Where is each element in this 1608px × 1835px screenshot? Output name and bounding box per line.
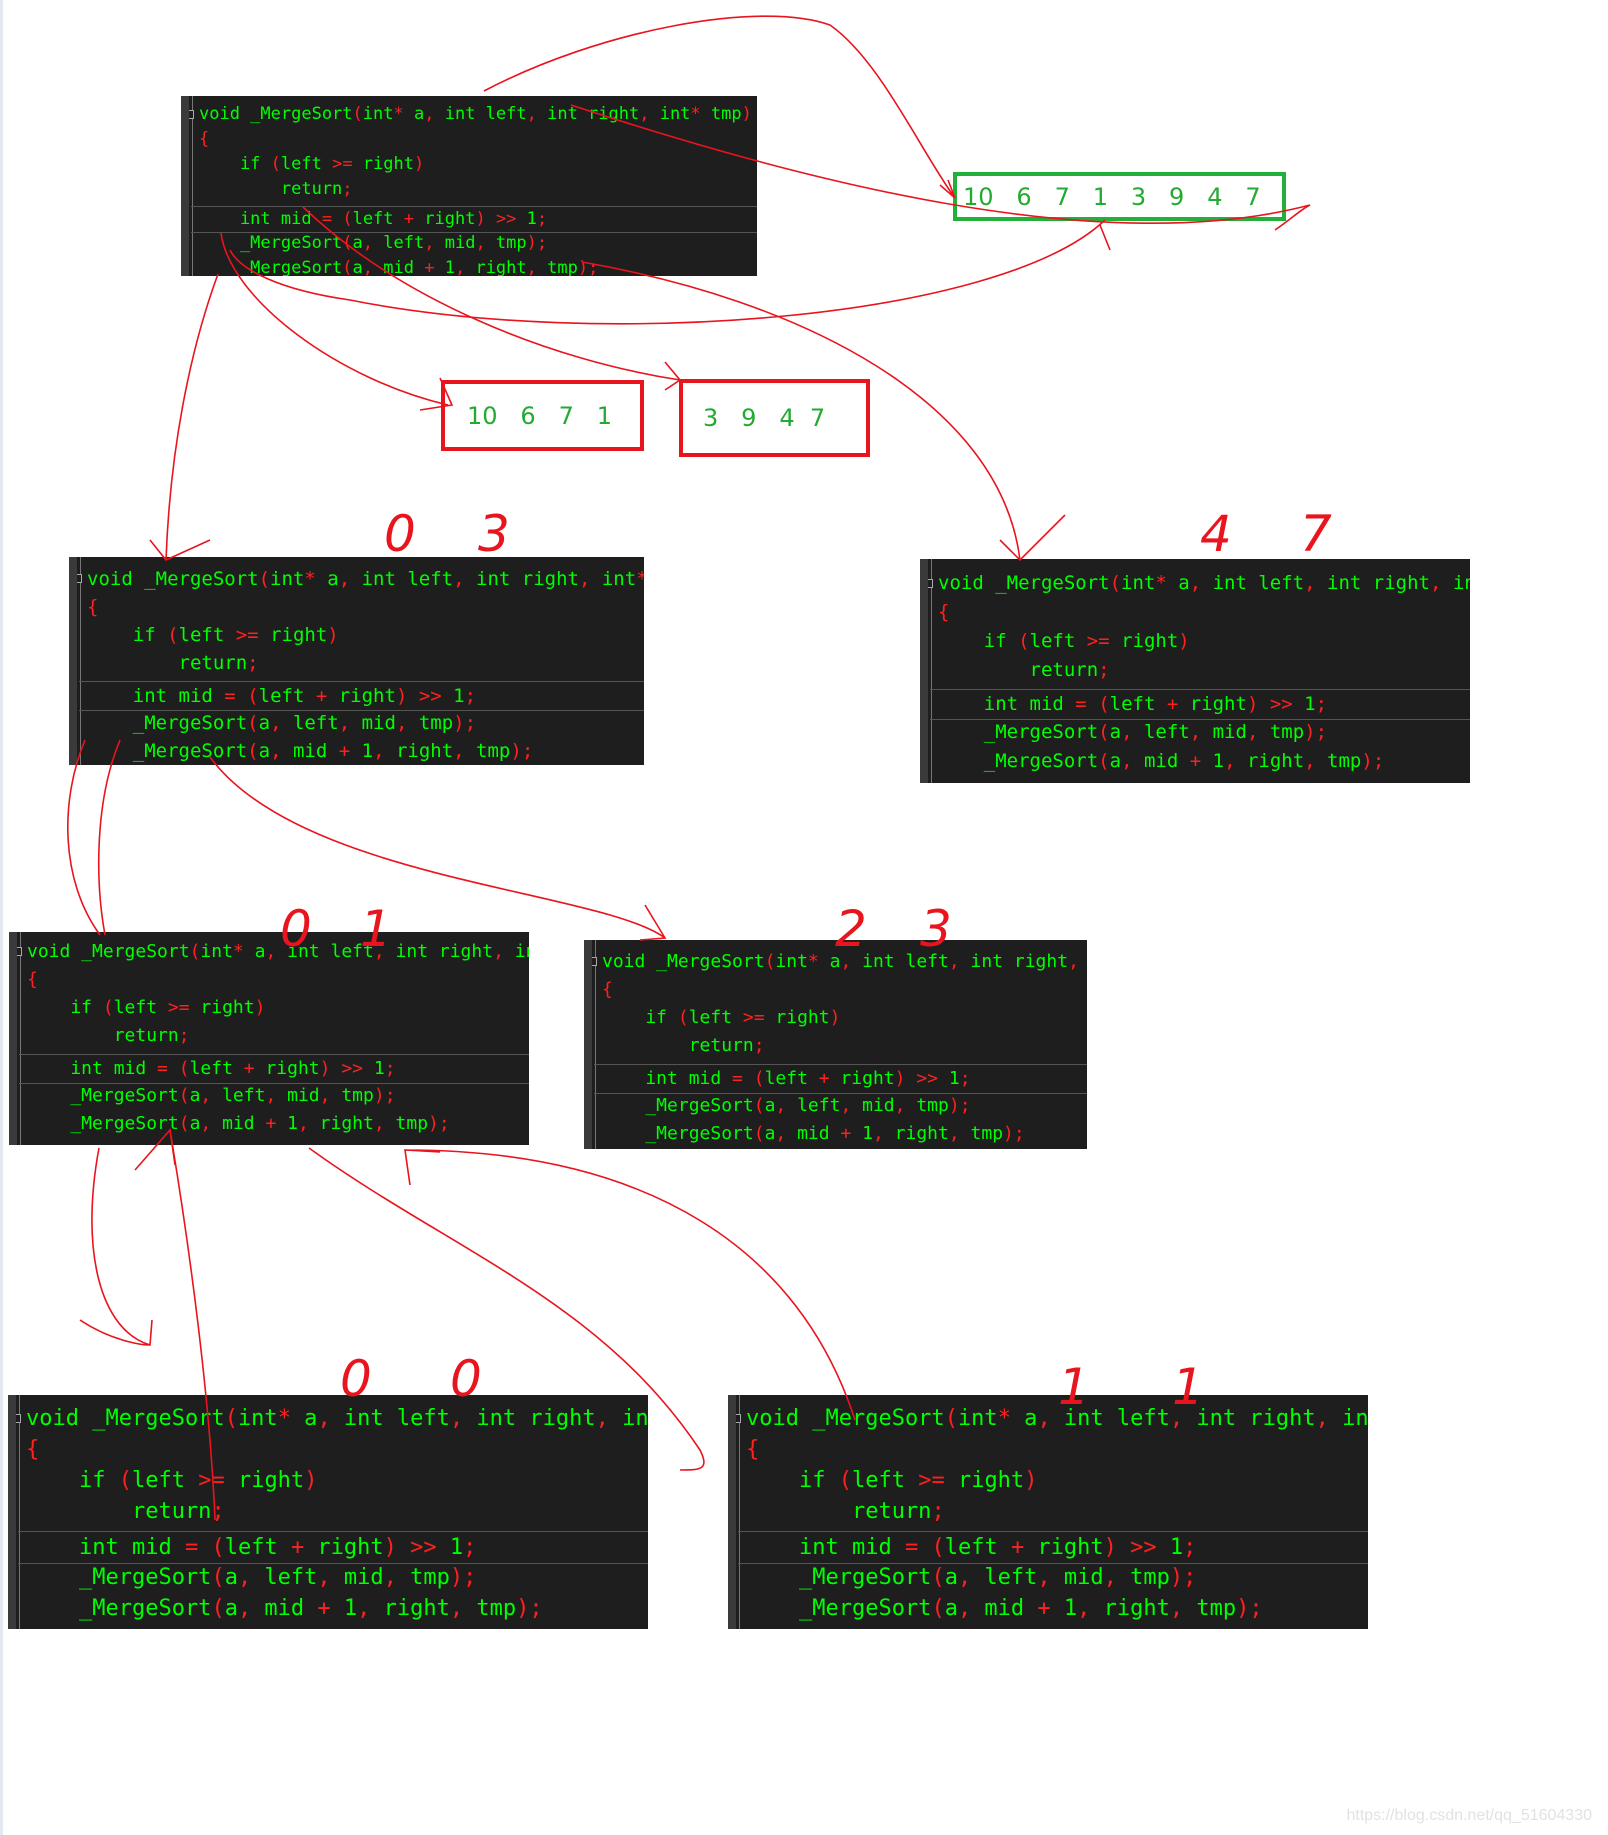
arrow [229, 219, 1111, 325]
arrow [79, 1147, 153, 1346]
arrow [483, 15, 956, 199]
arrow [404, 1149, 856, 1421]
arrow [308, 1147, 705, 1471]
hand-drawn-arrows [67, 15, 1311, 1521]
arrow [149, 273, 219, 561]
arrow [209, 756, 667, 941]
watermark: https://blog.csdn.net/qq_51604330 [1346, 1807, 1592, 1824]
arrow [570, 104, 1311, 231]
arrow [220, 232, 454, 411]
arrow [134, 1128, 216, 1521]
arrow [67, 739, 121, 936]
arrow [302, 206, 682, 391]
arrow [581, 261, 1066, 562]
